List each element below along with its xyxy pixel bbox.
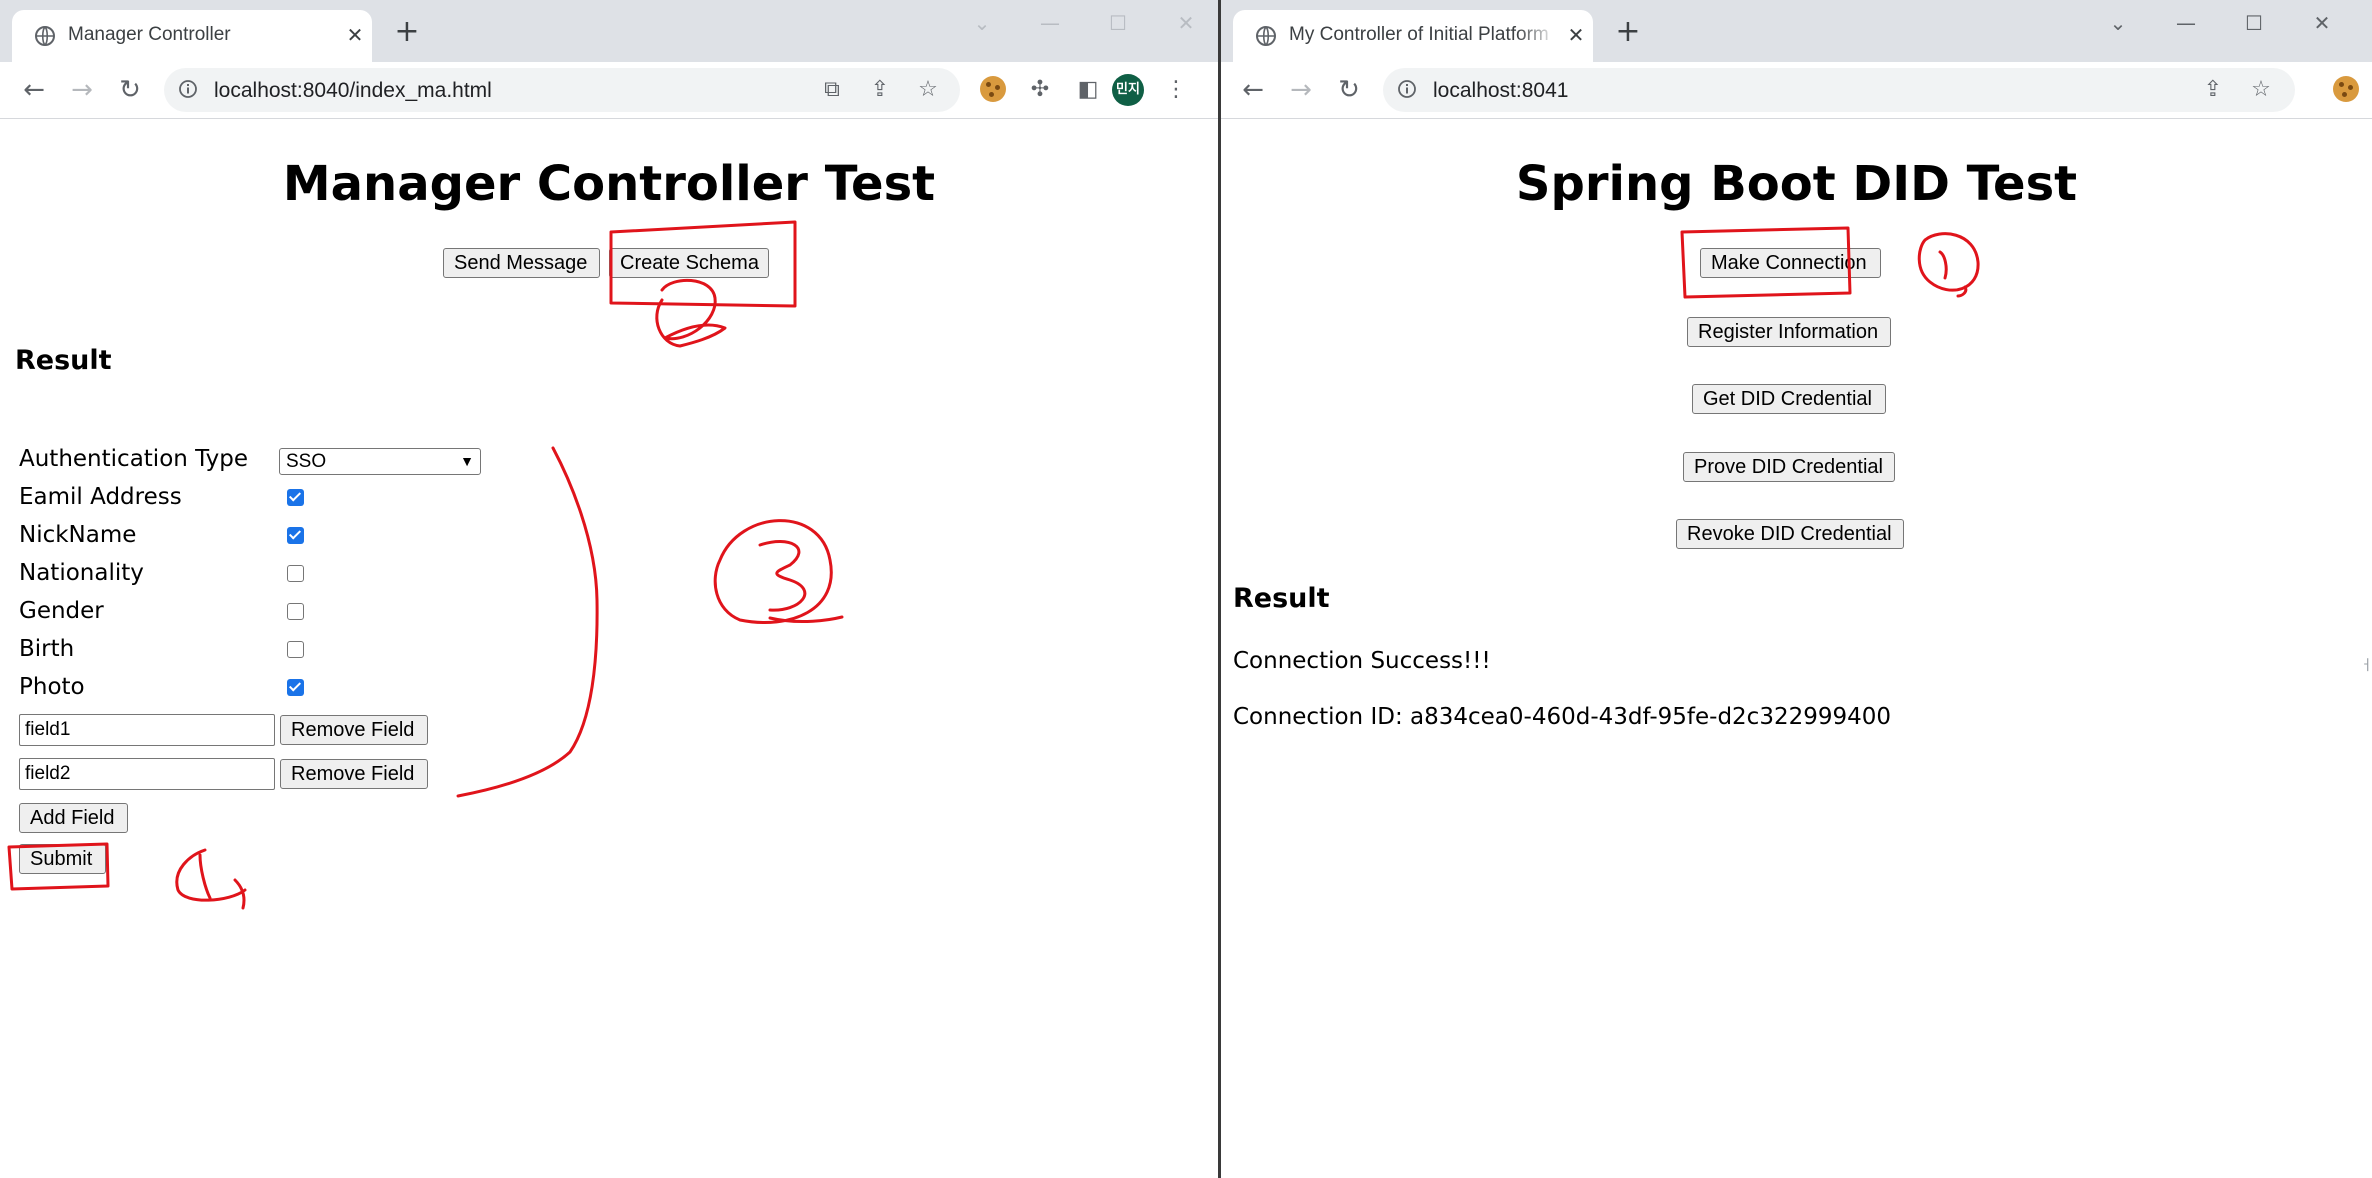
get-did-credential-button[interactable]: Get DID Credential xyxy=(1692,384,1886,414)
auth-type-label: Authentication Type xyxy=(19,446,248,472)
cookie-extension-icon[interactable] xyxy=(980,76,1006,102)
checkbox-email[interactable] xyxy=(287,489,304,506)
checkbox-nickname[interactable] xyxy=(287,527,304,544)
register-information-button[interactable]: Register Information xyxy=(1687,317,1891,347)
result-status-text: Connection Success!!! xyxy=(1233,648,1491,674)
tab-search-icon[interactable]: ⌄ xyxy=(960,8,1004,38)
info-icon[interactable] xyxy=(178,79,198,99)
minimize-button[interactable]: — xyxy=(1028,8,1072,38)
send-message-button[interactable]: Send Message xyxy=(443,248,600,278)
field-label-gender: Gender xyxy=(19,598,104,624)
globe-icon xyxy=(35,26,55,46)
submit-button[interactable]: Submit xyxy=(19,844,106,874)
revoke-did-credential-button[interactable]: Revoke DID Credential xyxy=(1676,519,1904,549)
custom-field-input-1[interactable]: field1 xyxy=(19,714,275,746)
close-window-button[interactable]: ✕ xyxy=(1164,8,1208,38)
auth-type-select[interactable]: SSO ▼ xyxy=(279,448,481,475)
cookie-extension-icon[interactable] xyxy=(2333,76,2359,102)
checkbox-gender[interactable] xyxy=(287,603,304,620)
prove-did-credential-button[interactable]: Prove DID Credential xyxy=(1683,452,1895,482)
close-tab-icon[interactable]: ✕ xyxy=(1563,22,1589,48)
page-content: Manager Controller Test Send Message Cre… xyxy=(0,119,1218,1178)
back-arrow-icon[interactable]: ← xyxy=(18,74,50,106)
tab-strip: Manager Controller ✕ + ⌄ — ☐ ✕ xyxy=(0,0,1218,62)
close-tab-icon[interactable]: ✕ xyxy=(342,22,368,48)
field-label-photo: Photo xyxy=(19,674,85,700)
tab-title: My Controller of Initial Platform xyxy=(1289,24,1549,45)
field-label-nationality: Nationality xyxy=(19,560,144,586)
reload-icon[interactable]: ↻ xyxy=(1333,74,1365,106)
minimize-button[interactable]: — xyxy=(2164,8,2208,38)
reload-icon[interactable]: ↻ xyxy=(114,74,146,106)
forward-arrow-icon[interactable]: → xyxy=(66,74,98,106)
page-title: Spring Boot DID Test xyxy=(1515,156,2078,212)
close-window-button[interactable]: ✕ xyxy=(2300,8,2344,38)
tab-strip: My Controller of Initial Platform ✕ + ⌄ … xyxy=(1221,0,2372,62)
tab-title: Manager Controller xyxy=(68,24,231,45)
maximize-button[interactable]: ☐ xyxy=(2232,8,2276,38)
checkbox-birth[interactable] xyxy=(287,641,304,658)
auth-type-value: SSO xyxy=(286,451,327,472)
make-connection-button[interactable]: Make Connection xyxy=(1700,248,1881,278)
remove-field-button-1[interactable]: Remove Field xyxy=(280,715,428,745)
side-panel-icon[interactable]: ◧ xyxy=(1072,74,1104,106)
checkbox-photo[interactable] xyxy=(287,679,304,696)
page-title: Manager Controller Test xyxy=(282,156,936,212)
info-icon[interactable] xyxy=(1397,79,1417,99)
edge-indicator-icon: ㅓ xyxy=(2360,658,2372,674)
chevron-down-icon: ▼ xyxy=(460,453,474,469)
url-text: localhost:8040/index_ma.html xyxy=(214,79,492,102)
result-connection-id-text: Connection ID: a834cea0-460d-43df-95fe-d… xyxy=(1233,704,1892,730)
field-label-birth: Birth xyxy=(19,636,75,662)
page-content: Spring Boot DID Test Make Connection Reg… xyxy=(1221,119,2372,1178)
bookmark-star-icon[interactable]: ☆ xyxy=(914,76,942,104)
browser-toolbar: ← → ↻ localhost:8041 ⇪ ☆ ✣ ◧ xyxy=(1221,62,2372,119)
address-bar[interactable]: localhost:8041 ⇪ ☆ xyxy=(1383,68,2295,112)
share-icon[interactable]: ⇪ xyxy=(866,76,894,104)
bookmark-star-icon[interactable]: ☆ xyxy=(2247,76,2275,104)
right-browser-window: My Controller of Initial Platform ✕ + ⌄ … xyxy=(1221,0,2372,1178)
add-field-button[interactable]: Add Field xyxy=(19,803,128,833)
browser-toolbar: ← → ↻ localhost:8040/index_ma.html ⧉ ⇪ ☆… xyxy=(0,62,1218,119)
field-label-email: Eamil Address xyxy=(19,484,182,510)
translate-icon[interactable]: ⧉ xyxy=(818,76,846,104)
back-arrow-icon[interactable]: ← xyxy=(1237,74,1269,106)
extensions-puzzle-icon[interactable]: ✣ xyxy=(1024,74,1056,106)
new-tab-button[interactable]: + xyxy=(1613,17,1643,48)
url-text: localhost:8041 xyxy=(1433,79,1569,102)
more-menu-icon[interactable]: ⋮ xyxy=(1160,74,1192,106)
profile-avatar[interactable]: 민지 xyxy=(1112,74,1144,106)
result-heading: Result xyxy=(15,345,112,376)
tab-my-controller[interactable]: My Controller of Initial Platform ✕ xyxy=(1233,10,1593,62)
tab-search-icon[interactable]: ⌄ xyxy=(2096,8,2140,38)
tab-manager-controller[interactable]: Manager Controller ✕ xyxy=(12,10,372,62)
address-bar[interactable]: localhost:8040/index_ma.html ⧉ ⇪ ☆ xyxy=(164,68,960,112)
create-schema-button[interactable]: Create Schema xyxy=(609,248,769,278)
checkbox-nationality[interactable] xyxy=(287,565,304,582)
forward-arrow-icon[interactable]: → xyxy=(1285,74,1317,106)
result-heading: Result xyxy=(1233,583,1330,614)
left-browser-window: Manager Controller ✕ + ⌄ — ☐ ✕ ← → ↻ loc… xyxy=(0,0,1218,1178)
remove-field-button-2[interactable]: Remove Field xyxy=(280,759,428,789)
custom-field-input-2[interactable]: field2 xyxy=(19,758,275,790)
maximize-button[interactable]: ☐ xyxy=(1096,8,1140,38)
globe-icon xyxy=(1256,26,1276,46)
share-icon[interactable]: ⇪ xyxy=(2199,76,2227,104)
field-label-nickname: NickName xyxy=(19,522,137,548)
new-tab-button[interactable]: + xyxy=(392,17,422,48)
